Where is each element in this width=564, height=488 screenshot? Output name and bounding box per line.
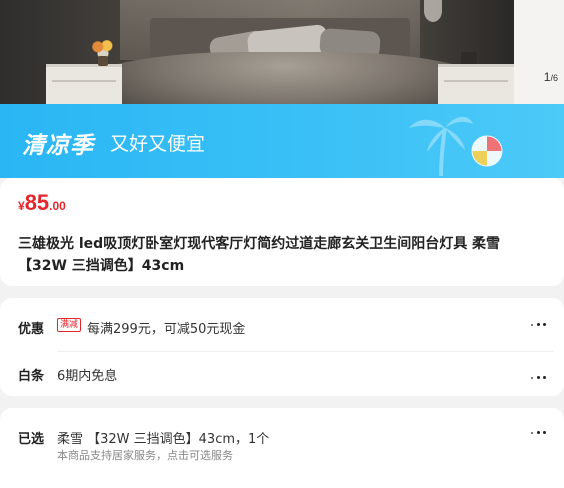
gallery-total: /6 [550,73,558,83]
discount-text[interactable]: 每满299元，可减50元现金 [87,318,245,337]
product-detail-page: 1/6 清凉季 又好又便宜 ¥85.00 三雄极光 led吸顶灯卧室灯现代客厅灯… [0,0,564,488]
promo-brand: 清凉季 [22,133,94,159]
image-vase [98,56,108,66]
promo-banner[interactable]: 清凉季 又好又便宜 [0,104,564,178]
image-bed [90,52,480,104]
product-title: 三雄极光 led吸顶灯卧室灯现代客厅灯简约过道走廊玄关卫生间阳台灯具 柔雪 【3… [18,236,501,274]
image-drawer [52,80,116,82]
home-service-note[interactable]: 本商品支持居家服务，点击可选服务 [57,447,233,463]
gallery-counter: 1/6 [544,70,558,84]
price-currency: ¥ [18,199,25,213]
beach-ball-icon [471,135,503,167]
selected-label: 已选 [18,432,45,447]
divider [57,351,553,352]
image-wall-right [514,0,564,104]
selected-spec-text[interactable]: 柔雪 【32W 三挡调色】43cm，1个 [57,428,269,447]
more-dots-icon[interactable] [531,322,549,328]
product-price: ¥85.00 [18,190,66,216]
image-ceiling-light [424,0,442,22]
more-dots-icon[interactable] [531,375,549,381]
image-nightstand-left [46,64,122,104]
image-lamp [461,52,477,64]
installment-text[interactable]: 6期内免息 [57,365,117,384]
product-image-gallery[interactable]: 1/6 [0,0,564,104]
discount-label: 优惠 [18,322,45,337]
promo-slogan: 又好又便宜 [110,133,206,155]
more-dots-icon[interactable] [531,430,549,436]
palm-tree-icon [409,116,473,177]
discount-tag: 满减 [57,318,82,332]
installment-label: 白条 [18,369,45,384]
price-decimal: .00 [49,199,66,213]
image-nightstand-right [438,64,514,104]
price-integer: 85 [24,190,50,215]
image-drawer [444,80,508,82]
